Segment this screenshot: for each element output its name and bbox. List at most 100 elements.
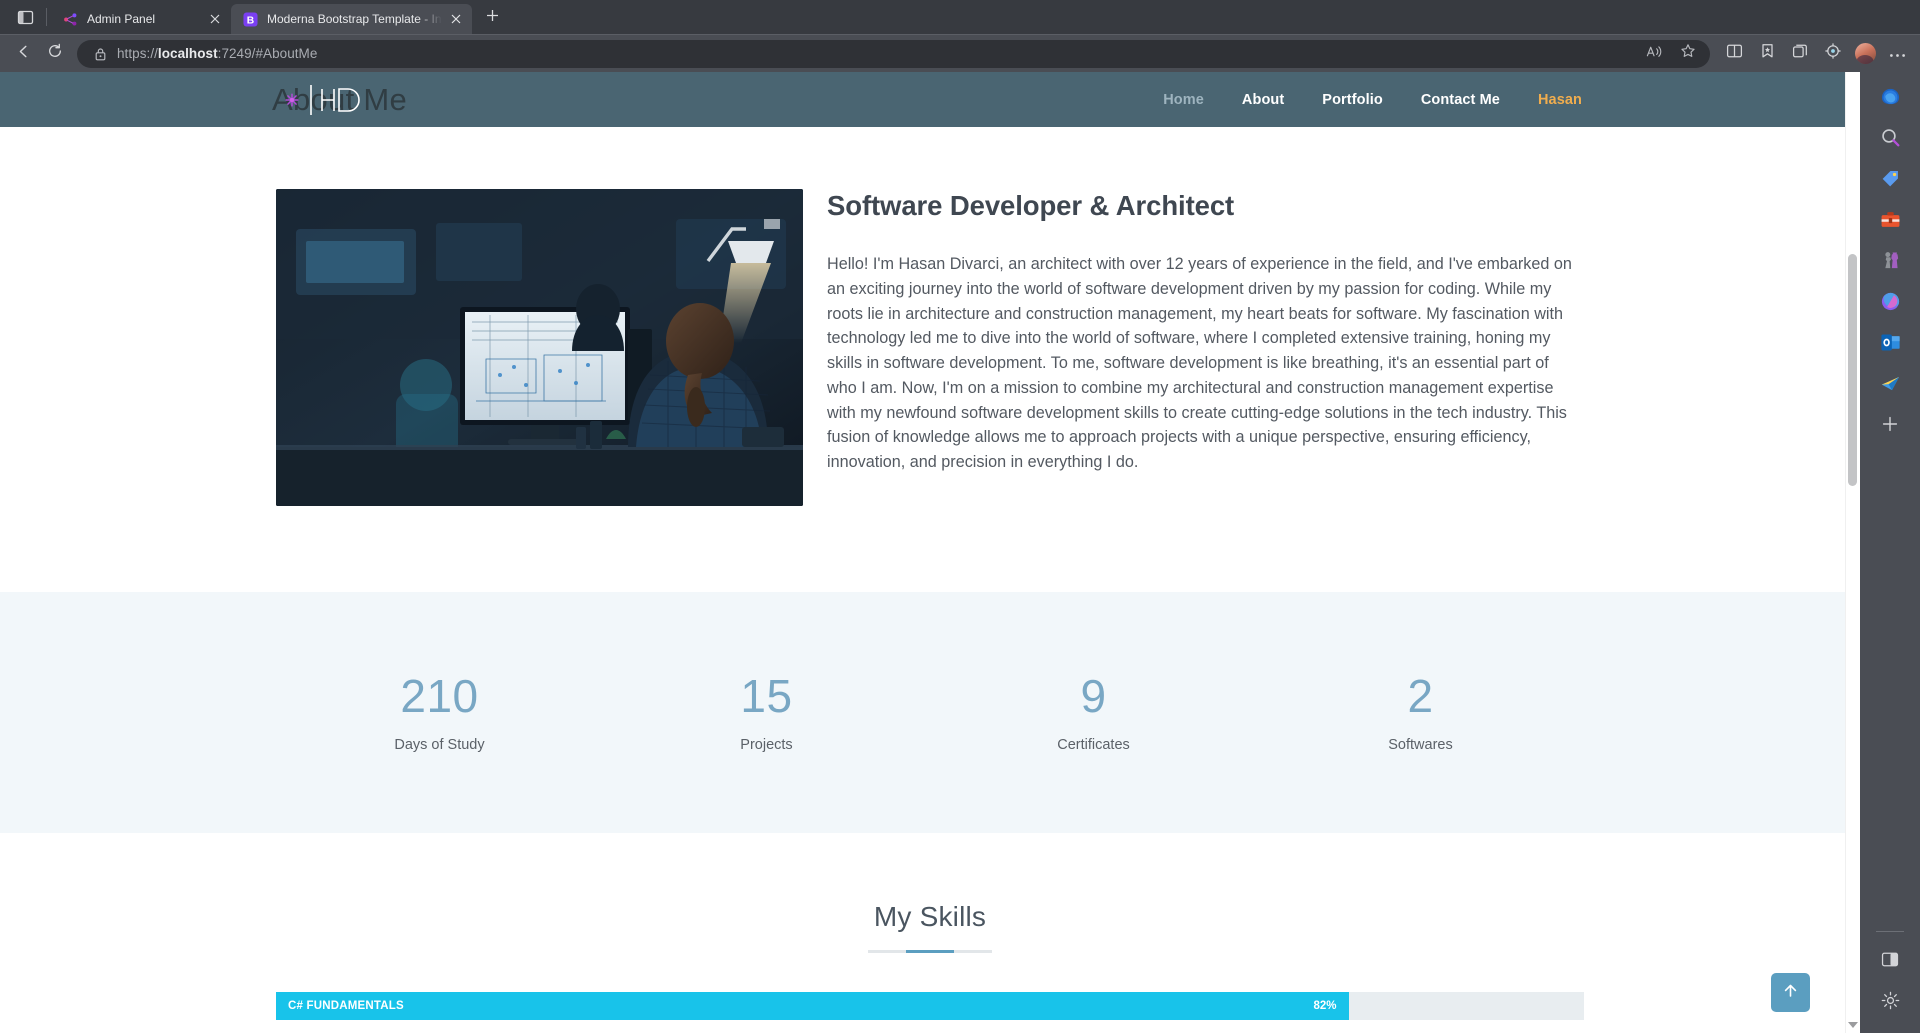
browser-essentials-icon bbox=[1824, 43, 1842, 64]
about-paragraph: Hello! I'm Hasan Divarci, an architect w… bbox=[827, 255, 1572, 472]
favorites-button[interactable] bbox=[1751, 39, 1783, 69]
about-row: Software Developer & Architect Hello! I'… bbox=[0, 189, 1860, 506]
outlook-icon[interactable] bbox=[1872, 324, 1908, 360]
new-tab-button[interactable] bbox=[478, 3, 508, 33]
nav-link-hasan[interactable]: Hasan bbox=[1519, 92, 1582, 108]
url-text: https://localhost:7249/#AboutMe bbox=[117, 46, 1638, 61]
favorites-icon bbox=[1759, 43, 1776, 64]
site-brand[interactable]: About Me bbox=[272, 80, 407, 120]
scrollbar-thumb[interactable] bbox=[1848, 254, 1857, 486]
page-scrollbar[interactable] bbox=[1845, 72, 1860, 1033]
browser-tab-moderna-bootstrap-template[interactable]: B Moderna Bootstrap Template - In bbox=[231, 4, 472, 34]
stat-label: Projects bbox=[740, 736, 793, 753]
stat-softwares: 2 Softwares bbox=[1257, 670, 1584, 753]
address-bar-actions bbox=[1638, 39, 1704, 69]
read-aloud-icon bbox=[1646, 44, 1663, 64]
tab-title: Moderna Bootstrap Template - In bbox=[267, 12, 442, 26]
sidebar-divider bbox=[1876, 931, 1904, 932]
tab-strip-divider bbox=[46, 8, 47, 26]
site-navigation: Home About Portfolio Contact Me Hasan bbox=[1144, 72, 1582, 127]
stat-label: Certificates bbox=[1057, 736, 1130, 753]
nav-link-about[interactable]: About bbox=[1223, 92, 1303, 108]
page-content: About Me Home About Portfolio Contact Me… bbox=[0, 72, 1860, 1033]
browser-toolbar: https://localhost:7249/#AboutMe bbox=[0, 34, 1920, 72]
stat-projects: 15 Projects bbox=[603, 670, 930, 753]
read-aloud-button[interactable] bbox=[1638, 39, 1670, 69]
favorite-star-button[interactable] bbox=[1672, 39, 1704, 69]
lock-icon[interactable] bbox=[89, 43, 111, 65]
split-screen-button[interactable] bbox=[1718, 39, 1750, 69]
scroll-to-top-button[interactable] bbox=[1771, 973, 1810, 1012]
sidebar-bottom-actions bbox=[1872, 925, 1908, 1033]
stat-label: Softwares bbox=[1388, 736, 1453, 753]
back-arrow-icon bbox=[15, 43, 32, 65]
search-icon[interactable] bbox=[1872, 119, 1908, 155]
scroll-down-arrow-icon[interactable] bbox=[1848, 1022, 1858, 1028]
skill-bar-track: C# FUNDAMENTALS 82% bbox=[276, 992, 1584, 1020]
stat-certificates: 9 Certificates bbox=[930, 670, 1257, 753]
toolbar-actions bbox=[1718, 39, 1913, 69]
site-header: About Me Home About Portfolio Contact Me… bbox=[0, 72, 1860, 127]
nav-link-contact-me[interactable]: Contact Me bbox=[1402, 92, 1519, 108]
tab-strip: Admin Panel B Moderna Bootstrap Template… bbox=[0, 0, 1920, 34]
shopping-tag-icon[interactable] bbox=[1872, 160, 1908, 196]
skill-bar-fill: C# FUNDAMENTALS 82% bbox=[276, 992, 1349, 1020]
skill-bars: C# FUNDAMENTALS 82% bbox=[0, 953, 1860, 1020]
svg-text:B: B bbox=[246, 15, 253, 26]
stat-value: 2 bbox=[1407, 670, 1434, 723]
skill-percent: 82% bbox=[1313, 1000, 1337, 1012]
website: About Me Home About Portfolio Contact Me… bbox=[0, 72, 1860, 1033]
tools-icon[interactable] bbox=[1872, 201, 1908, 237]
share-nodes-icon bbox=[62, 11, 78, 27]
microsoft-365-icon[interactable] bbox=[1872, 283, 1908, 319]
reload-icon bbox=[47, 43, 63, 64]
split-pane-icon[interactable] bbox=[1872, 941, 1908, 977]
add-icon bbox=[486, 9, 499, 27]
avatar bbox=[1854, 43, 1876, 64]
stat-value: 9 bbox=[1080, 670, 1107, 723]
collections-button[interactable] bbox=[1784, 39, 1816, 69]
browser-essentials-button[interactable] bbox=[1817, 39, 1849, 69]
close-icon[interactable] bbox=[446, 9, 466, 29]
url-rest: :7249/#AboutMe bbox=[217, 46, 318, 61]
collections-icon bbox=[1792, 43, 1809, 64]
browser-tab-admin-panel[interactable]: Admin Panel bbox=[51, 4, 231, 34]
stat-label: Days of Study bbox=[394, 736, 485, 753]
stats-row: 210 Days of Study 15 Projects 9 Certific… bbox=[0, 670, 1860, 753]
developer-workstation-photo bbox=[276, 189, 803, 506]
tab-overview-button[interactable] bbox=[6, 2, 44, 32]
tab-title: Admin Panel bbox=[87, 12, 156, 26]
add-icon[interactable] bbox=[1872, 406, 1908, 442]
skills-heading: My Skills bbox=[873, 901, 987, 932]
games-icon[interactable] bbox=[1872, 242, 1908, 278]
about-heading: Software Developer & Architect bbox=[827, 190, 1235, 221]
favorite-star-icon bbox=[1680, 43, 1696, 64]
copilot-icon[interactable] bbox=[1872, 78, 1908, 114]
url-prefix: https:// bbox=[117, 46, 158, 61]
more-options-icon bbox=[1889, 45, 1906, 63]
about-text-column: Software Developer & Architect Hello! I'… bbox=[803, 189, 1584, 506]
stat-value: 15 bbox=[740, 670, 793, 723]
stats-section: 210 Days of Study 15 Projects 9 Certific… bbox=[0, 592, 1860, 833]
address-bar[interactable]: https://localhost:7249/#AboutMe bbox=[77, 39, 1710, 69]
url-host: localhost bbox=[157, 46, 218, 61]
close-icon[interactable] bbox=[205, 9, 225, 29]
reload-button[interactable] bbox=[39, 39, 71, 69]
letter-b-icon: B bbox=[242, 11, 258, 27]
more-options-button[interactable] bbox=[1881, 39, 1913, 69]
back-button[interactable] bbox=[7, 39, 39, 69]
section-divider bbox=[868, 950, 992, 953]
skill-name: C# FUNDAMENTALS bbox=[288, 1000, 404, 1012]
profile-button[interactable] bbox=[1850, 39, 1880, 69]
tab-overview-icon bbox=[17, 9, 34, 26]
nav-link-home[interactable]: Home bbox=[1144, 92, 1223, 108]
skills-section: My Skills C# FUNDAMENTALS 82% bbox=[0, 833, 1860, 1020]
nav-link-portfolio[interactable]: Portfolio bbox=[1303, 92, 1402, 108]
browser-window: Admin Panel B Moderna Bootstrap Template… bbox=[0, 0, 1920, 1033]
browser-sidebar bbox=[1860, 72, 1920, 1033]
send-icon[interactable] bbox=[1872, 365, 1908, 401]
stat-days-of-study: 210 Days of Study bbox=[276, 672, 603, 753]
about-section: Software Developer & Architect Hello! I'… bbox=[0, 127, 1860, 506]
settings-gear-icon[interactable] bbox=[1872, 982, 1908, 1018]
up-arrow-icon bbox=[1782, 982, 1799, 1004]
